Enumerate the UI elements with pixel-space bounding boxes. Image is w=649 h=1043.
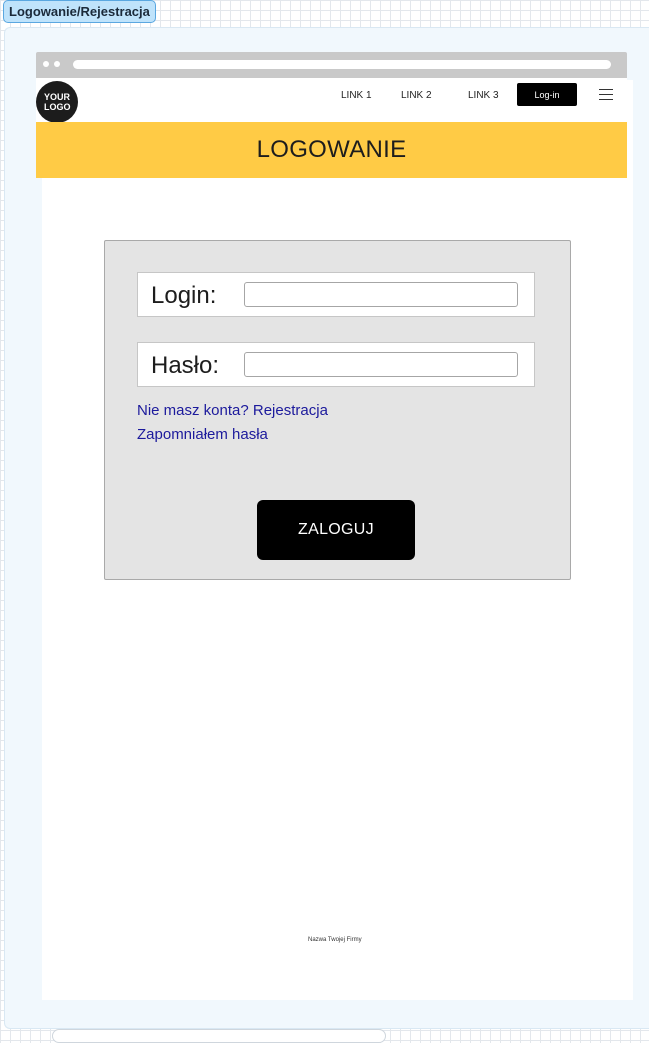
forgot-password-link[interactable]: Zapomniałem hasła — [137, 426, 268, 443]
password-label: Hasło: — [151, 352, 220, 379]
login-submit-button[interactable]: ZALOGUJ — [257, 500, 415, 560]
footer-company-name: Nazwa Twojej Firmy — [308, 937, 362, 943]
logo[interactable]: YOUR LOGO — [36, 81, 78, 123]
login-input[interactable] — [244, 282, 518, 307]
password-input[interactable] — [244, 352, 518, 377]
logo-line-2: LOGO — [44, 102, 71, 112]
site-header: YOUR LOGO LINK 1 LINK 2 LINK 3 Log-in — [36, 78, 627, 123]
browser-bar — [36, 52, 627, 78]
window-dot-icon — [43, 61, 49, 67]
page-title: LOGOWANIE — [256, 136, 407, 163]
login-field-row: Login: — [137, 272, 535, 317]
login-label: Login: — [151, 282, 217, 309]
window-dot-icon — [54, 61, 60, 67]
nav-link-2[interactable]: LINK 2 — [401, 90, 432, 101]
register-link[interactable]: Nie masz konta? Rejestracja — [137, 402, 328, 419]
header-login-button[interactable]: Log-in — [517, 83, 577, 106]
login-panel: Login: Hasło: Nie masz konta? Rejestracj… — [104, 240, 571, 580]
hamburger-menu-icon[interactable] — [599, 89, 613, 100]
nav-link-1[interactable]: LINK 1 — [341, 90, 372, 101]
bottom-frame-edge — [52, 1029, 386, 1043]
page-title-banner: LOGOWANIE — [36, 122, 627, 178]
address-bar[interactable] — [73, 60, 611, 69]
password-field-row: Hasło: — [137, 342, 535, 387]
logo-line-1: YOUR — [44, 92, 71, 102]
frame-label[interactable]: Logowanie/Rejestracja — [3, 0, 156, 23]
nav-link-3[interactable]: LINK 3 — [468, 90, 499, 101]
